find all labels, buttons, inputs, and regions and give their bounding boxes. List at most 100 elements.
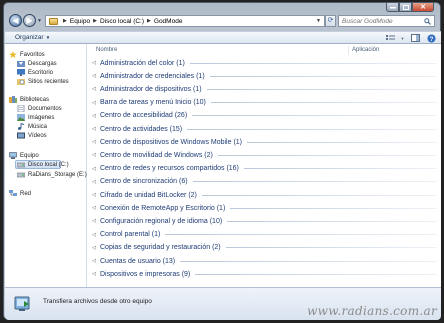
- close-button[interactable]: ✕: [412, 3, 434, 12]
- chevron-collapse-icon[interactable]: ◁: [92, 232, 98, 238]
- chevron-collapse-icon[interactable]: ◁: [92, 113, 98, 119]
- chevron-collapse-icon[interactable]: ◁: [92, 271, 98, 277]
- chevron-collapse-icon[interactable]: ◁: [92, 179, 98, 185]
- group-header-label: Administración del color (1): [100, 59, 185, 67]
- breadcrumb-local-disk[interactable]: Disco local (C:): [100, 18, 144, 25]
- tree-item-recent-places[interactable]: Sitios recientes: [17, 77, 69, 86]
- group-header[interactable]: ◁ Dispositivos e impresoras (9): [92, 268, 437, 280]
- group-divider: [189, 62, 437, 64]
- column-header-application[interactable]: Aplicación: [348, 46, 379, 55]
- chevron-collapse-icon[interactable]: ◁: [92, 166, 98, 172]
- tree-label: Bibliotecas: [20, 96, 50, 103]
- group-header[interactable]: ◁ Control parental (1): [92, 229, 437, 241]
- group-header[interactable]: ◁ Centro de movilidad de Windows (2): [92, 149, 437, 161]
- forward-button[interactable]: ▶: [23, 14, 36, 27]
- chevron-down-icon[interactable]: ▼: [400, 33, 405, 43]
- chevron-right-icon[interactable]: ▶: [93, 18, 97, 24]
- address-dropdown-icon[interactable]: ▼: [313, 18, 324, 24]
- group-divider: [180, 260, 437, 262]
- maximize-button[interactable]: [399, 3, 412, 12]
- group-header[interactable]: ◁ Configuración regional y de idioma (10): [92, 215, 437, 227]
- details-pane: Transfiera archivos desde otro equipo ww…: [5, 287, 441, 320]
- tree-item-pictures[interactable]: Imágenes: [17, 113, 54, 122]
- group-header-label: Control parental (1): [100, 231, 161, 239]
- tree-network[interactable]: Red: [9, 189, 31, 198]
- chevron-collapse-icon[interactable]: ◁: [92, 126, 98, 132]
- tree-label: Documentos: [28, 105, 62, 112]
- tree-libraries[interactable]: Bibliotecas: [9, 95, 49, 104]
- organize-button[interactable]: Organizar ▼: [15, 34, 50, 41]
- chevron-collapse-icon[interactable]: ◁: [92, 73, 98, 79]
- back-button[interactable]: ◀: [9, 14, 22, 27]
- tree-label: Favoritos: [20, 51, 45, 58]
- group-header[interactable]: ◁ Centro de sincronización (6): [92, 176, 437, 188]
- file-list-pane: Nombre Aplicación ◁ Administración del co…: [88, 44, 441, 287]
- group-header[interactable]: ◁ Administración del color (1): [92, 57, 437, 69]
- column-header-name[interactable]: Nombre: [96, 47, 117, 53]
- group-divider: [209, 75, 437, 77]
- tree-item-downloads[interactable]: Descargas: [17, 59, 57, 68]
- transfer-files-icon: [13, 295, 33, 313]
- chevron-collapse-icon[interactable]: ◁: [92, 139, 98, 145]
- documents-icon: [17, 104, 25, 113]
- group-divider: [192, 115, 437, 117]
- tree-label: Música: [28, 123, 48, 130]
- music-icon: [17, 123, 25, 130]
- breadcrumb-godmode[interactable]: GodMode: [154, 18, 183, 25]
- tree-item-music[interactable]: Música: [17, 122, 47, 131]
- recent-places-icon: [17, 78, 25, 85]
- folder-icon: [49, 17, 58, 25]
- group-header[interactable]: ◁ Cifrado de unidad BitLocker (2): [92, 189, 437, 201]
- libraries-icon: [9, 96, 17, 103]
- views-icon[interactable]: [384, 33, 396, 43]
- chevron-right-icon[interactable]: ▶: [63, 18, 67, 24]
- tree-item-local-disk[interactable]: Disco local (C:): [15, 160, 69, 169]
- chevron-collapse-icon[interactable]: ◁: [92, 152, 98, 158]
- recent-pages-dropdown[interactable]: ▼: [37, 18, 42, 24]
- group-header[interactable]: ◁ Barra de tareas y menú Inicio (10): [92, 97, 437, 109]
- tree-item-desktop[interactable]: Escritorio: [17, 68, 53, 77]
- preview-pane-icon[interactable]: [409, 33, 421, 43]
- refresh-button[interactable]: ⟳: [325, 15, 336, 27]
- group-header[interactable]: ◁ Centro de redes y recursos compartidos …: [92, 163, 437, 175]
- tree-computer[interactable]: Equipo: [9, 151, 39, 160]
- group-header[interactable]: ◁ Cuentas de usuario (13): [92, 255, 437, 267]
- hard-drive-icon: [16, 171, 26, 178]
- help-icon[interactable]: ?: [425, 33, 437, 43]
- tree-item-documents[interactable]: Documentos: [17, 104, 62, 113]
- search-icon[interactable]: [423, 17, 432, 26]
- group-header[interactable]: ◁ Administrador de credenciales (1): [92, 70, 437, 82]
- minimize-button[interactable]: [386, 3, 399, 12]
- chevron-collapse-icon[interactable]: ◁: [92, 218, 98, 224]
- group-header[interactable]: ◁ Conexión de RemoteApp y Escritorio (1): [92, 202, 437, 214]
- minimize-icon: [389, 7, 396, 9]
- tree-label: Descargas: [28, 60, 57, 67]
- tree-favorites[interactable]: Favoritos: [9, 50, 45, 59]
- group-header[interactable]: ◁ Centro de actividades (15): [92, 123, 437, 135]
- group-divider: [227, 220, 437, 222]
- breadcrumb-computer[interactable]: Equipo: [70, 18, 90, 25]
- caption-buttons: ✕: [386, 3, 434, 12]
- chevron-collapse-icon[interactable]: ◁: [92, 86, 98, 92]
- tree-item-radians-storage[interactable]: RaDians_Storage (E:): [16, 170, 87, 179]
- chevron-collapse-icon[interactable]: ◁: [92, 100, 98, 106]
- chevron-right-icon[interactable]: ▶: [147, 18, 151, 24]
- group-header[interactable]: ◁ Centro de accesibilidad (26): [92, 110, 437, 122]
- back-arrow-icon: ◀: [12, 16, 19, 25]
- chevron-collapse-icon[interactable]: ◁: [92, 192, 98, 198]
- group-header[interactable]: ◁ Copias de seguridad y restauración (2): [92, 242, 437, 254]
- address-bar[interactable]: ▶ Equipo ▶ Disco local (C:) ▶ GodMode ▼: [45, 15, 325, 27]
- group-header[interactable]: ◁ Administrador de dispositivos (1): [92, 83, 437, 95]
- chevron-collapse-icon[interactable]: ◁: [92, 258, 98, 264]
- watermark: www.radians.com.ar: [307, 304, 437, 318]
- chevron-collapse-icon[interactable]: ◁: [92, 60, 98, 66]
- chevron-collapse-icon[interactable]: ◁: [92, 245, 98, 251]
- group-header-label: Copias de seguridad y restauración (2): [100, 244, 221, 252]
- tree-label: Red: [20, 190, 32, 197]
- search-input[interactable]: [339, 17, 423, 25]
- tree-item-videos[interactable]: Vídeos: [17, 131, 47, 140]
- chevron-collapse-icon[interactable]: ◁: [92, 205, 98, 211]
- group-header[interactable]: ◁ Centro de dispositivos de Windows Mobil…: [92, 136, 437, 148]
- group-header-label: Centro de redes y recursos compartidos (…: [100, 165, 239, 173]
- search-box[interactable]: [338, 15, 435, 27]
